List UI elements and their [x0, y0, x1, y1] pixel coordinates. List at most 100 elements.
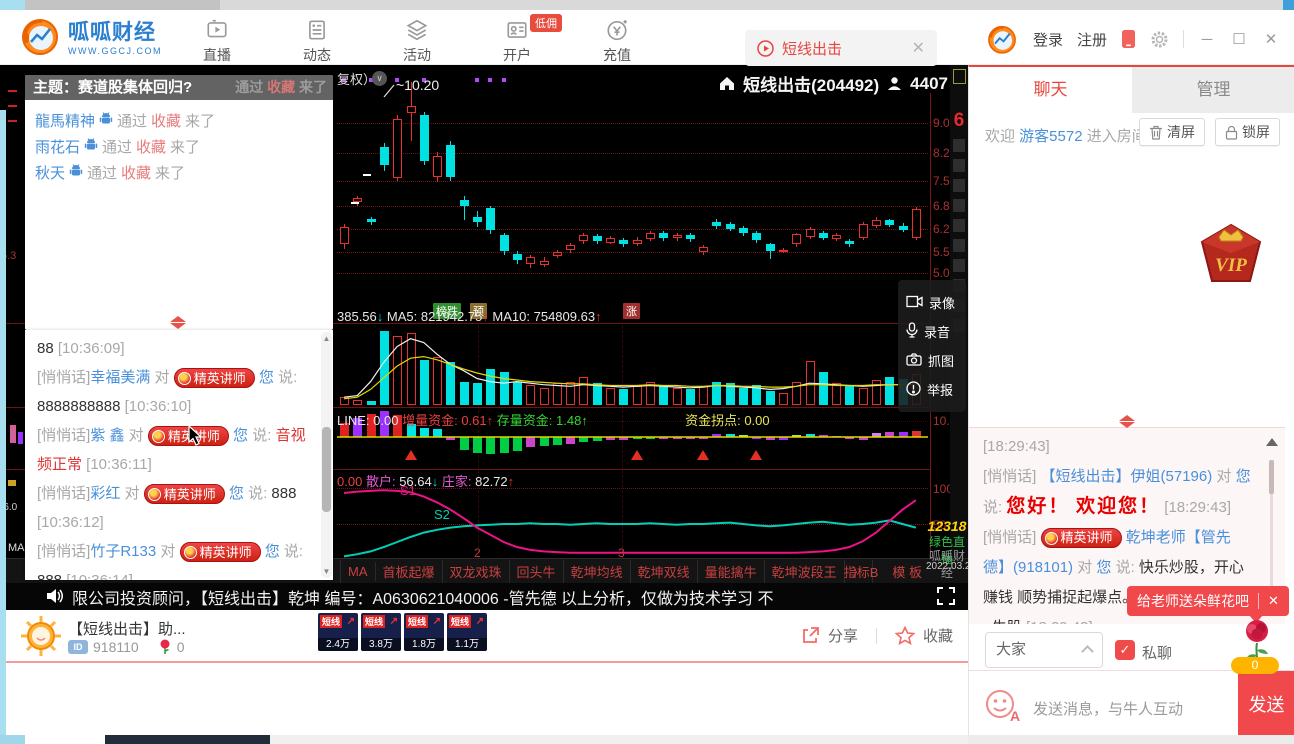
- phone-icon[interactable]: [1121, 29, 1136, 49]
- tab-chat[interactable]: 聊天: [969, 67, 1132, 113]
- share-button[interactable]: 分享: [828, 625, 858, 646]
- maximize-button[interactable]: ☐: [1230, 30, 1248, 48]
- register-button[interactable]: 注册: [1077, 29, 1107, 50]
- nav-feed[interactable]: 动态: [288, 18, 346, 65]
- emoji-font-icon[interactable]: A: [983, 687, 1021, 725]
- send-button[interactable]: 发送: [1238, 671, 1294, 737]
- related-stream-thumb[interactable]: 短线↗3.8万: [361, 613, 401, 651]
- related-stream-thumb[interactable]: 短线↗1.8万: [404, 613, 444, 651]
- lock-screen-button[interactable]: 锁屏: [1215, 118, 1280, 146]
- close-button[interactable]: ✕: [1262, 30, 1280, 48]
- nav-live[interactable]: 直播: [188, 18, 246, 65]
- collapse-toggle[interactable]: [170, 316, 186, 329]
- chat-scrollbar[interactable]: ▲ ▼: [321, 332, 332, 578]
- rose-count: 0: [177, 639, 185, 655]
- lecturer-badge: 精英讲师: [144, 484, 225, 504]
- trash-icon: [1149, 125, 1163, 140]
- streamer-avatar[interactable]: [20, 615, 62, 657]
- func-乾坤均线: 乾坤均线: [564, 560, 631, 583]
- func-乾坤波段王: 乾坤波段王: [765, 560, 845, 583]
- nav-activity[interactable]: 活动: [388, 18, 446, 65]
- fund-flow-labels: LINE: 0.00 增量资金: 0.61↑ 存量资金: 1.48↑ 资金拐点:…: [337, 410, 770, 429]
- entry-notice-panel: 龍馬精神 通过 收藏 来了雨花石 通过 收藏 来了秋天 通过 收藏 来了 主题：…: [25, 75, 333, 330]
- private-chat-checkbox[interactable]: ✓: [1115, 640, 1135, 660]
- stream-header: 短线出击(204492) 4407: [719, 71, 948, 96]
- live-video-area[interactable]: 9.098.277.516.836.215.595.03100.050.00 短…: [0, 65, 968, 610]
- share-favorite-row: 分享 收藏: [801, 610, 953, 661]
- login-button[interactable]: 登录: [1033, 29, 1063, 50]
- divider: [1183, 30, 1184, 48]
- lecturer-badge: 精英讲师: [180, 542, 261, 562]
- flower-tooltip[interactable]: 给老师送朵鲜花吧 ✕: [1127, 586, 1289, 616]
- viewers-icon: [887, 76, 902, 91]
- nav-account[interactable]: 开户低佣: [488, 18, 546, 65]
- menu-item-抓图[interactable]: 抓图: [898, 346, 966, 375]
- collapse-toggle[interactable]: [1119, 415, 1135, 428]
- minimize-button[interactable]: ─: [1198, 31, 1216, 48]
- tab-manage[interactable]: 管理: [1132, 67, 1294, 113]
- fullscreen-icon[interactable]: [936, 586, 956, 606]
- share-icon[interactable]: [801, 626, 820, 645]
- favorite-button[interactable]: 收藏: [923, 625, 953, 646]
- nav-label: 直播: [203, 45, 231, 65]
- lock-icon: [1225, 125, 1238, 140]
- tooltip-close-icon[interactable]: ✕: [1258, 593, 1279, 609]
- scroll-up-icon[interactable]: [1266, 438, 1278, 446]
- nav-label: 动态: [303, 45, 331, 65]
- desktop-bottom-strip: [0, 735, 1294, 744]
- room-tab-close-icon[interactable]: ✕: [912, 38, 925, 58]
- streamer-title: 【短线出击】助...: [68, 618, 186, 639]
- scrollbar-thumb[interactable]: [322, 427, 331, 512]
- viewer-count: 4407: [910, 74, 948, 94]
- topbar-right: 登录 注册 ─ ☐ ✕: [985, 22, 1280, 56]
- title-bar: 呱呱财经 WWW.GGCJ.COM 直播 动态 活动开户低佣充值 短线出击 ✕ 登录…: [0, 10, 1294, 65]
- related-streams: 短线↗2.4万短线↗3.8万短线↗1.8万短线↗1.1万: [318, 613, 487, 651]
- app-logo[interactable]: 呱呱财经 WWW.GGCJ.COM: [18, 14, 162, 58]
- menu-item-录音[interactable]: 录音: [898, 317, 966, 346]
- gear-icon[interactable]: [1150, 30, 1169, 49]
- feed-icon: [305, 18, 329, 42]
- user-name: 雨花石: [35, 136, 80, 157]
- indicator-bar-right: 指标B模 板: [844, 562, 922, 581]
- whisper-chat-panel: 88 [10:36:09][悄悄话]幸福美满 对 精英讲师 您 说: 88888…: [25, 330, 333, 580]
- room-tab-label: 短线出击: [782, 38, 904, 59]
- app-window: 呱呱财经 WWW.GGCJ.COM 直播 动态 活动开户低佣充值 短线出击 ✕ 登录…: [0, 0, 1294, 744]
- room-tab[interactable]: 短线出击 ✕: [745, 30, 937, 66]
- lecturer-badge: 精英讲师: [1041, 528, 1122, 548]
- id-icon: ID: [68, 640, 88, 654]
- home-icon: [719, 76, 735, 91]
- mouse-cursor: [188, 425, 204, 447]
- room-id: 918110: [93, 639, 139, 655]
- scroll-down-icon[interactable]: ▼: [321, 567, 332, 576]
- func-MA: MA: [341, 562, 376, 581]
- menu-item-举报[interactable]: 举报: [898, 375, 966, 404]
- logo-subtitle: WWW.GGCJ.COM: [68, 46, 162, 56]
- rose-count-pill: 0: [1231, 657, 1279, 674]
- star-icon[interactable]: [895, 626, 915, 645]
- scroll-up-icon[interactable]: ▲: [321, 334, 332, 343]
- nav-recharge[interactable]: 充值: [588, 18, 646, 65]
- nav-label: 充值: [603, 45, 631, 65]
- related-stream-thumb[interactable]: 短线↗1.1万: [447, 613, 487, 651]
- mic-icon: [906, 322, 918, 341]
- chat-message: [悄悄话]紫 鑫 对 精英讲师 您 说: 音视频正常 [10:36:11]: [37, 421, 312, 479]
- clear-screen-button[interactable]: 清屏: [1139, 118, 1205, 146]
- message-input[interactable]: 发送消息，与牛人互动: [1033, 698, 1183, 719]
- low-commission-badge: 低佣: [530, 14, 562, 32]
- edge-ma: MA: [8, 542, 25, 554]
- stream-room-title: 短线出击(204492): [743, 71, 879, 96]
- related-stream-thumb[interactable]: 短线↗2.4万: [318, 613, 358, 651]
- medal-icon: [1045, 532, 1058, 545]
- send-target-select[interactable]: 大家: [985, 632, 1103, 668]
- func-乾坤双线: 乾坤双线: [631, 560, 698, 583]
- mini-logo-icon: [985, 22, 1019, 56]
- menu-item-录像[interactable]: 录像: [898, 288, 966, 317]
- topic-bar: 主题：赛道股集体回归? 通过 收藏 来了: [25, 75, 333, 100]
- divider: [876, 628, 877, 644]
- scrollbar-thumb[interactable]: [1269, 460, 1274, 494]
- vip-badge: VIP: [1197, 219, 1265, 287]
- svg-text:A: A: [1010, 708, 1020, 724]
- entry-list: 龍馬精神 通过 收藏 来了雨花石 通过 收藏 来了秋天 通过 收藏 来了: [35, 107, 325, 185]
- recharge-icon: [605, 18, 629, 42]
- chat-message: [悄悄话] 【短线出击】伊姐(57196) 对 您 说: 您好！ 欢迎您！ [1…: [983, 462, 1253, 523]
